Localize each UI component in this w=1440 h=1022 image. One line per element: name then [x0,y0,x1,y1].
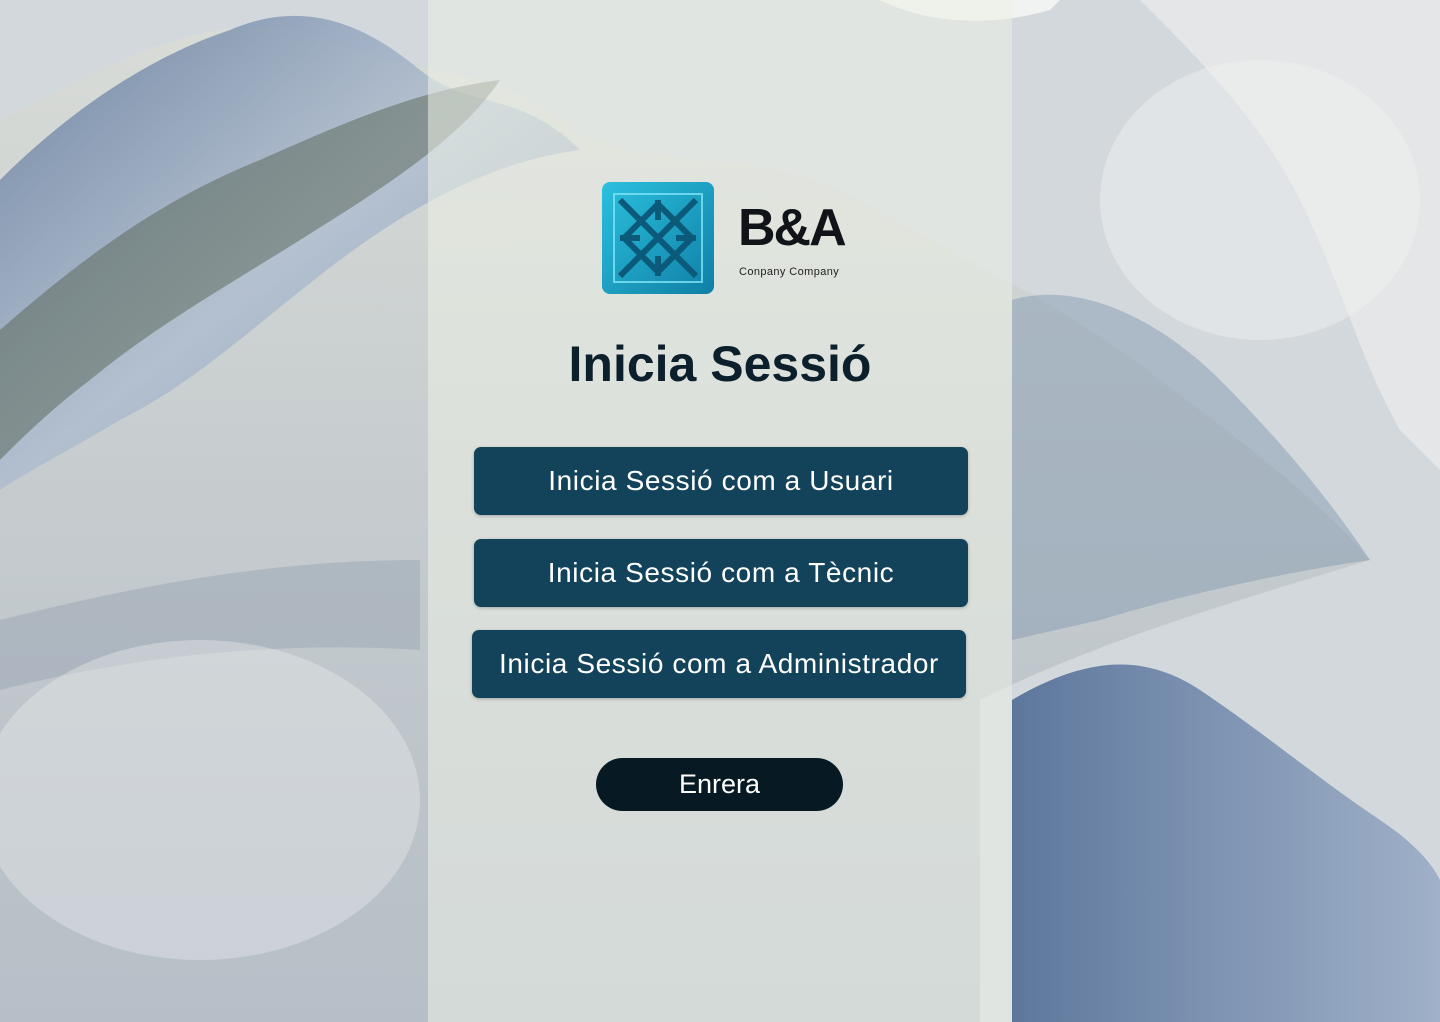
company-logo: B&A Conpany Company [600,180,847,298]
back-button[interactable]: Enrera [596,758,843,811]
brand-subtitle: Conpany Company [739,266,840,278]
login-page: B&A Conpany Company Inicia Sessió Inicia… [0,0,1440,1022]
login-as-user-button[interactable]: Inicia Sessió com a Usuari [474,447,968,515]
page-title: Inicia Sessió [568,336,872,392]
login-as-admin-button[interactable]: Inicia Sessió com a Administrador [472,630,966,698]
brand-wordmark: B&A [738,199,847,257]
brand-mark-icon [602,182,714,294]
login-as-technician-button[interactable]: Inicia Sessió com a Tècnic [474,539,968,607]
